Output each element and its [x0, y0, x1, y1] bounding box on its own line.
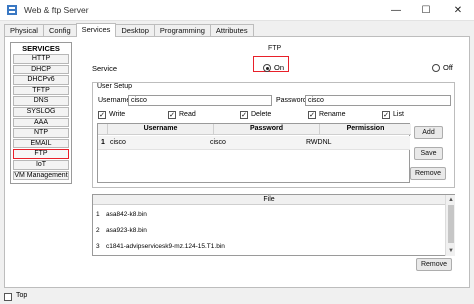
file-column-header: File: [93, 195, 445, 205]
window-title: Web & ftp Server: [24, 5, 89, 15]
title-bar: Web & ftp Server — ☐ ✕: [0, 0, 474, 21]
password-column-header: Password: [214, 124, 320, 135]
maximize-button[interactable]: ☐: [412, 0, 440, 21]
list-item[interactable]: 2 asa923-k8.bin: [96, 227, 147, 234]
top-checkbox[interactable]: [4, 293, 12, 301]
services-list: SERVICES HTTP DHCP DHCPv6 TFTP DNS SYSLO…: [10, 42, 72, 184]
rename-checkbox[interactable]: ✓: [308, 111, 316, 119]
service-tftp[interactable]: TFTP: [13, 85, 69, 96]
password-field[interactable]: cisco: [305, 95, 451, 106]
list-label: List: [393, 111, 404, 118]
remove-user-button[interactable]: Remove: [410, 167, 446, 180]
services-header: SERVICES: [22, 44, 60, 53]
service-ftp[interactable]: FTP: [13, 149, 69, 159]
add-button[interactable]: Add: [414, 126, 443, 139]
service-aaa[interactable]: AAA: [13, 117, 69, 128]
remove-file-button[interactable]: Remove: [416, 258, 452, 271]
delete-checkbox[interactable]: ✓: [240, 111, 248, 119]
service-label: Service: [92, 64, 118, 73]
scroll-thumb[interactable]: [448, 205, 454, 243]
server-app-icon: [7, 5, 17, 15]
write-checkbox[interactable]: ✓: [98, 111, 106, 119]
table-row[interactable]: [98, 136, 410, 150]
rename-label: Rename: [319, 111, 346, 118]
file-name: asa923-k8.bin: [106, 227, 147, 234]
service-email[interactable]: EMAIL: [13, 138, 69, 149]
row-password: cisco: [210, 139, 226, 146]
row-username: cisco: [110, 139, 126, 146]
service-http[interactable]: HTTP: [13, 54, 69, 64]
service-off-label: Off: [443, 63, 453, 72]
scroll-up-icon[interactable]: ▲: [447, 196, 455, 204]
file-list-scrollbar[interactable]: ▲ ▼: [445, 195, 455, 256]
table-corner-header: [98, 124, 108, 135]
file-index: 2: [96, 227, 100, 234]
file-index: 3: [96, 243, 100, 250]
service-syslog[interactable]: SYSLOG: [13, 106, 69, 117]
save-button[interactable]: Save: [414, 147, 443, 160]
username-column-header: Username: [108, 124, 214, 135]
service-iot[interactable]: IoT: [13, 159, 69, 170]
read-label: Read: [179, 111, 196, 118]
file-index: 1: [96, 211, 100, 218]
password-label: Password: [276, 97, 307, 104]
users-table: Username Password Permission 1 cisco cis…: [97, 123, 411, 183]
ftp-title: FTP: [268, 45, 282, 52]
service-dhcpv6[interactable]: DHCPv6: [13, 75, 69, 85]
list-checkbox[interactable]: ✓: [382, 111, 390, 119]
permission-column-header: Permission: [320, 124, 411, 135]
service-dhcp[interactable]: DHCP: [13, 64, 69, 75]
scroll-down-icon[interactable]: ▼: [447, 247, 455, 255]
row-index: 1: [101, 139, 105, 146]
read-checkbox[interactable]: ✓: [168, 111, 176, 119]
write-label: Write: [109, 111, 126, 118]
file-name: asa842-k8.bin: [106, 211, 147, 218]
service-vm-management[interactable]: VM Management: [13, 170, 69, 181]
service-ntp[interactable]: NTP: [13, 128, 69, 138]
username-label: Username: [98, 97, 131, 104]
tab-services[interactable]: Services: [75, 23, 117, 37]
top-label: Top: [16, 292, 28, 299]
service-off-radio[interactable]: [432, 64, 440, 72]
file-list: File 1 asa842-k8.bin 2 asa923-k8.bin 3 c184…: [92, 194, 455, 256]
service-on-radio[interactable]: [263, 64, 271, 72]
service-on-label: On: [274, 63, 285, 72]
close-button[interactable]: ✕: [444, 0, 472, 21]
username-field[interactable]: cisco: [128, 95, 272, 106]
file-name: c1841-advipservicesk9-mz.124-15.T1.bin: [106, 243, 225, 250]
minimize-button[interactable]: —: [382, 0, 410, 21]
list-item[interactable]: 1 asa842-k8.bin: [96, 211, 147, 218]
service-toggle-row: Service On Off: [88, 56, 462, 77]
delete-label: Delete: [251, 111, 272, 118]
service-dns[interactable]: DNS: [13, 96, 69, 106]
tab-strip: Physical Config Services Desktop Program…: [4, 23, 254, 37]
row-permission: RWDNL: [306, 139, 332, 146]
user-setup-label: User Setup: [96, 83, 134, 90]
list-item[interactable]: 3 c1841-advipservicesk9-mz.124-15.T1.bin: [96, 243, 225, 250]
